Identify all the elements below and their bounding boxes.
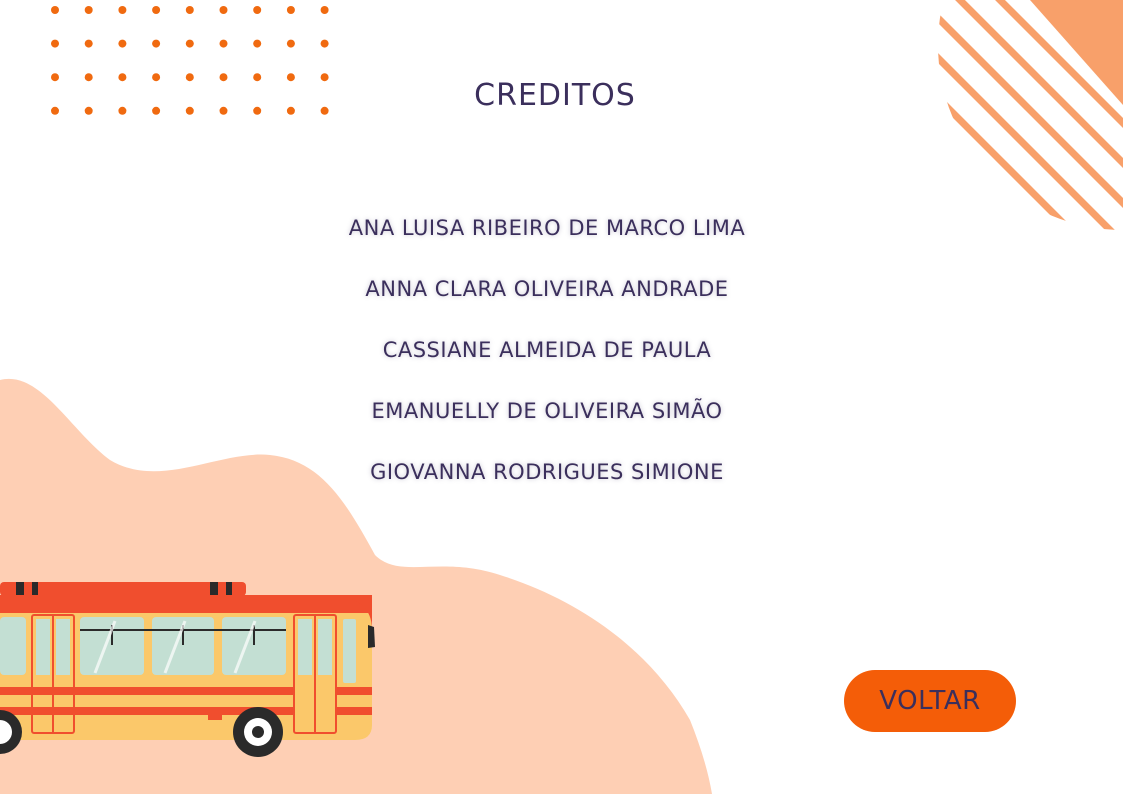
credit-name: ANA LUISA RIBEIRO DE MARCO LIMA [348, 216, 746, 240]
dot [286, 39, 295, 48]
dot [152, 6, 161, 14]
credits-list: ANA LUISA RIBEIRO DE MARCO LIMA ANNA CLA… [0, 210, 1094, 515]
dot [219, 6, 228, 14]
dot [118, 6, 127, 14]
dot [219, 39, 228, 48]
dot [320, 6, 329, 14]
dot [84, 6, 93, 14]
dot [185, 39, 194, 48]
credit-name: GIOVANNA RODRIGUES SIMIONE [370, 460, 724, 484]
dot [286, 6, 295, 14]
dot [84, 39, 93, 48]
dot [118, 39, 127, 48]
dot [152, 39, 161, 48]
credit-name: EMANUELLY DE OLIVEIRA SIMÃO [371, 399, 723, 423]
dot [320, 39, 329, 48]
bus-illustration [0, 582, 375, 757]
back-button[interactable]: VOLTAR [844, 670, 1016, 732]
dot [51, 6, 59, 14]
dot [185, 6, 194, 14]
credit-name: CASSIANE ALMEIDA DE PAULA [382, 338, 712, 362]
striped-circle-decoration [938, 0, 1123, 230]
credit-name: ANNA CLARA OLIVEIRA ANDRADE [365, 277, 729, 301]
dot [253, 39, 262, 48]
page-title: CREDITOS [474, 78, 636, 113]
dot [253, 6, 262, 14]
dot [51, 39, 59, 48]
